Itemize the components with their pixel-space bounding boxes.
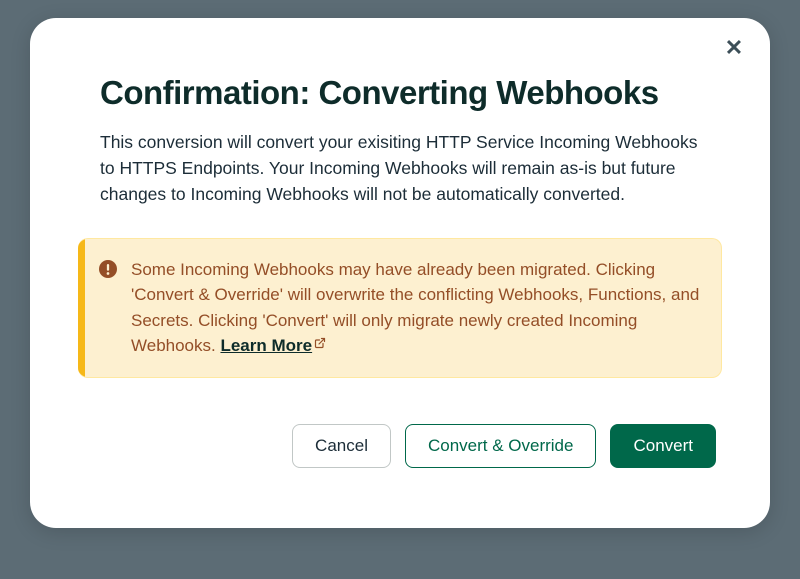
warning-icon	[99, 260, 117, 359]
warning-alert: Some Incoming Webhooks may have already …	[78, 238, 722, 378]
alert-text: Some Incoming Webhooks may have already …	[131, 257, 703, 359]
alert-message: Some Incoming Webhooks may have already …	[131, 260, 699, 356]
cancel-button[interactable]: Cancel	[292, 424, 391, 468]
close-icon[interactable]: ✕	[722, 36, 746, 60]
external-link-icon	[314, 331, 326, 357]
modal-footer: Cancel Convert & Override Convert	[78, 414, 722, 468]
confirmation-modal: ✕ Confirmation: Converting Webhooks This…	[30, 18, 770, 528]
modal-title: Confirmation: Converting Webhooks	[78, 74, 722, 112]
alert-accent-bar	[78, 239, 85, 377]
alert-body: Some Incoming Webhooks may have already …	[85, 239, 721, 377]
convert-button[interactable]: Convert	[610, 424, 716, 468]
learn-more-link[interactable]: Learn More	[220, 336, 312, 355]
convert-override-button[interactable]: Convert & Override	[405, 424, 597, 468]
modal-description: This conversion will convert your exisit…	[78, 130, 722, 208]
